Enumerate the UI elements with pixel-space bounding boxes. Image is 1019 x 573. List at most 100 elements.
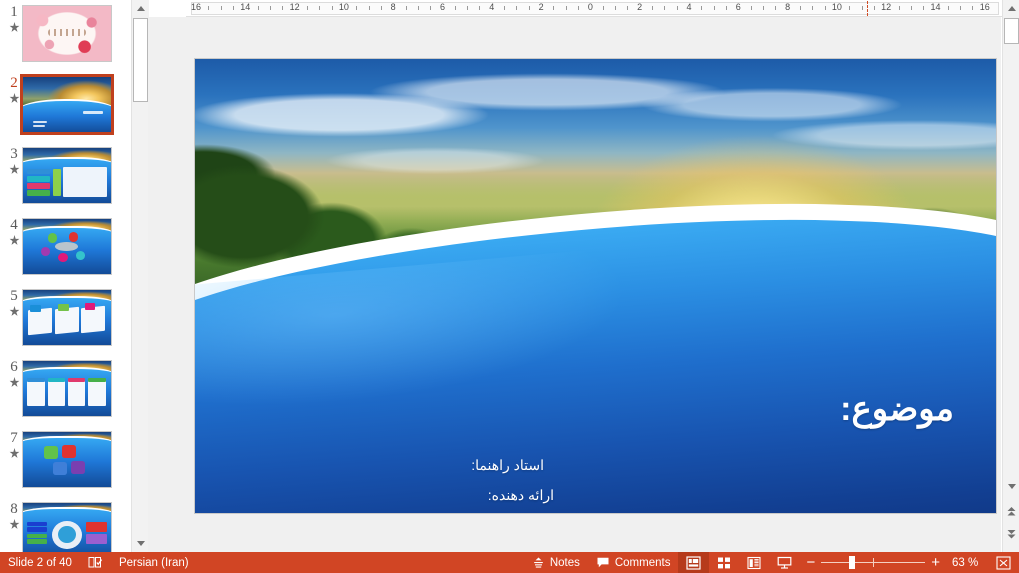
animation-star-icon — [9, 21, 19, 32]
normal-view-button[interactable] — [678, 552, 710, 573]
thumbnail-image[interactable] — [22, 502, 112, 552]
ruler-tick — [701, 6, 703, 10]
ruler-tick — [725, 6, 727, 10]
thumbnail-slide-6[interactable]: 6 — [0, 355, 130, 426]
zoom-out-button[interactable]: − — [800, 552, 821, 573]
ruler-label: 8 — [390, 2, 396, 12]
ruler-tick — [713, 6, 715, 10]
ruler-tick — [664, 6, 666, 10]
animation-star-icon — [9, 92, 19, 103]
ruler-tick — [467, 6, 469, 10]
thumbnail-image[interactable] — [22, 147, 112, 204]
ruler-tick — [430, 6, 432, 10]
comments-label: Comments — [614, 556, 671, 569]
ruler-tick — [504, 6, 506, 10]
zoom-slider-midpoint — [873, 558, 875, 567]
proofing-status-button[interactable] — [80, 552, 111, 573]
next-slide-button[interactable] — [1003, 526, 1019, 543]
ruler-label: 6 — [735, 2, 741, 12]
thumbnail-scroll-up-button[interactable] — [132, 0, 149, 17]
double-chevron-up-icon — [1007, 507, 1016, 516]
zoom-in-label: + — [931, 554, 940, 571]
thumbnail-image[interactable] — [22, 218, 112, 275]
ruler-tick — [602, 6, 604, 10]
ruler-tick — [553, 6, 555, 10]
thumbnail-image[interactable] — [22, 289, 112, 346]
zoom-slider-handle[interactable] — [849, 556, 856, 569]
thumbnail-pane-scrollbar[interactable] — [131, 0, 149, 552]
ruler-label: 12 — [881, 2, 892, 12]
ruler-tick — [479, 6, 481, 10]
powerpoint-window: 1 2 3 4 5 6 7 8 16 14 12 10 8 6 4 2 0 2 … — [0, 0, 1019, 573]
ruler-tick — [824, 6, 826, 10]
slide-edit-canvas[interactable]: موضوع: استاد راهنما: ارائه دهنده: — [148, 17, 1001, 552]
ruler-label: 10 — [338, 2, 349, 12]
ruler-tick — [232, 6, 234, 10]
ruler-label: 8 — [785, 2, 791, 12]
ruler-label: 0 — [587, 2, 593, 12]
slide-sorter-icon — [718, 557, 731, 568]
slide-indicator[interactable]: Slide 2 of 40 — [0, 552, 80, 573]
zoom-percent-button[interactable]: 63 % — [946, 552, 988, 573]
ruler-tick — [775, 6, 777, 10]
thumbnail-slide-3[interactable]: 3 — [0, 142, 130, 213]
language-button[interactable]: Persian (Iran) — [111, 552, 197, 573]
slide-vertical-scrollbar[interactable] — [1002, 0, 1019, 552]
ruler-label: 2 — [637, 2, 643, 12]
ruler-tick — [898, 6, 900, 10]
chevron-down-icon — [136, 541, 145, 546]
chevron-up-icon — [136, 6, 145, 11]
slide-title-text[interactable]: موضوع: — [840, 389, 954, 429]
reading-view-button[interactable] — [739, 552, 769, 573]
thumbnail-slide-7[interactable]: 7 — [0, 426, 130, 497]
animation-star-icon — [9, 376, 19, 387]
thumbnail-scroll-down-button[interactable] — [132, 535, 149, 552]
slide-supervisor-text[interactable]: استاد راهنما: — [471, 457, 544, 474]
scroll-down-button[interactable] — [1003, 478, 1019, 495]
ruler-tick — [849, 6, 851, 10]
ruler-tick — [972, 6, 974, 10]
scroll-thumb[interactable] — [1004, 18, 1019, 44]
ruler-tick — [799, 6, 801, 10]
zoom-in-button[interactable]: + — [925, 552, 946, 573]
ruler-label: 12 — [289, 2, 300, 12]
thumbnail-image[interactable] — [20, 74, 114, 135]
thumbnail-slide-2[interactable]: 2 — [0, 71, 130, 142]
ruler-tick — [331, 6, 333, 10]
ruler-tick — [750, 6, 752, 10]
thumbnail-image[interactable] — [22, 360, 112, 417]
ruler-label: 2 — [538, 2, 544, 12]
slide-presenter-text[interactable]: ارائه دهنده: — [488, 487, 554, 504]
fit-slide-to-window-button[interactable] — [988, 552, 1019, 573]
reading-view-icon — [747, 556, 762, 569]
ruler-tick — [910, 6, 912, 10]
thumbnail-slide-4[interactable]: 4 — [0, 213, 130, 284]
thumbnail-slide-5[interactable]: 5 — [0, 284, 130, 355]
animation-star-icon — [9, 447, 19, 458]
comments-button[interactable]: Comments — [588, 552, 679, 573]
thumbnail-image[interactable] — [22, 5, 112, 62]
ruler-tick — [676, 6, 678, 10]
slide-thumbnail-pane[interactable]: 1 2 3 4 5 6 7 8 — [0, 0, 130, 552]
zoom-slider[interactable] — [821, 552, 926, 573]
notes-label: Notes — [549, 556, 580, 569]
ruler-text-marker — [867, 1, 868, 16]
thumbnail-slide-1[interactable]: 1 — [0, 0, 130, 71]
ruler-tick — [812, 6, 814, 10]
ruler-label: 16 — [979, 2, 990, 12]
fit-to-window-icon — [996, 555, 1011, 570]
thumbnail-image[interactable] — [22, 431, 112, 488]
previous-slide-button[interactable] — [1003, 503, 1019, 520]
notes-button[interactable]: Notes — [524, 552, 588, 573]
thumbnail-scroll-thumb[interactable] — [133, 18, 148, 102]
ruler-tick — [615, 6, 617, 10]
slide-show-view-button[interactable] — [769, 552, 800, 573]
current-slide[interactable]: موضوع: استاد راهنما: ارائه دهنده: — [195, 59, 996, 513]
scroll-up-button[interactable] — [1003, 0, 1019, 17]
ruler-tick — [368, 6, 370, 10]
animation-star-icon — [9, 234, 19, 245]
ruler-tick — [565, 6, 567, 10]
horizontal-ruler[interactable]: 16 14 12 10 8 6 4 2 0 2 4 6 8 10 12 14 16 — [186, 0, 1004, 17]
thumbnail-slide-8[interactable]: 8 — [0, 497, 130, 552]
slide-sorter-view-button[interactable] — [709, 552, 739, 573]
